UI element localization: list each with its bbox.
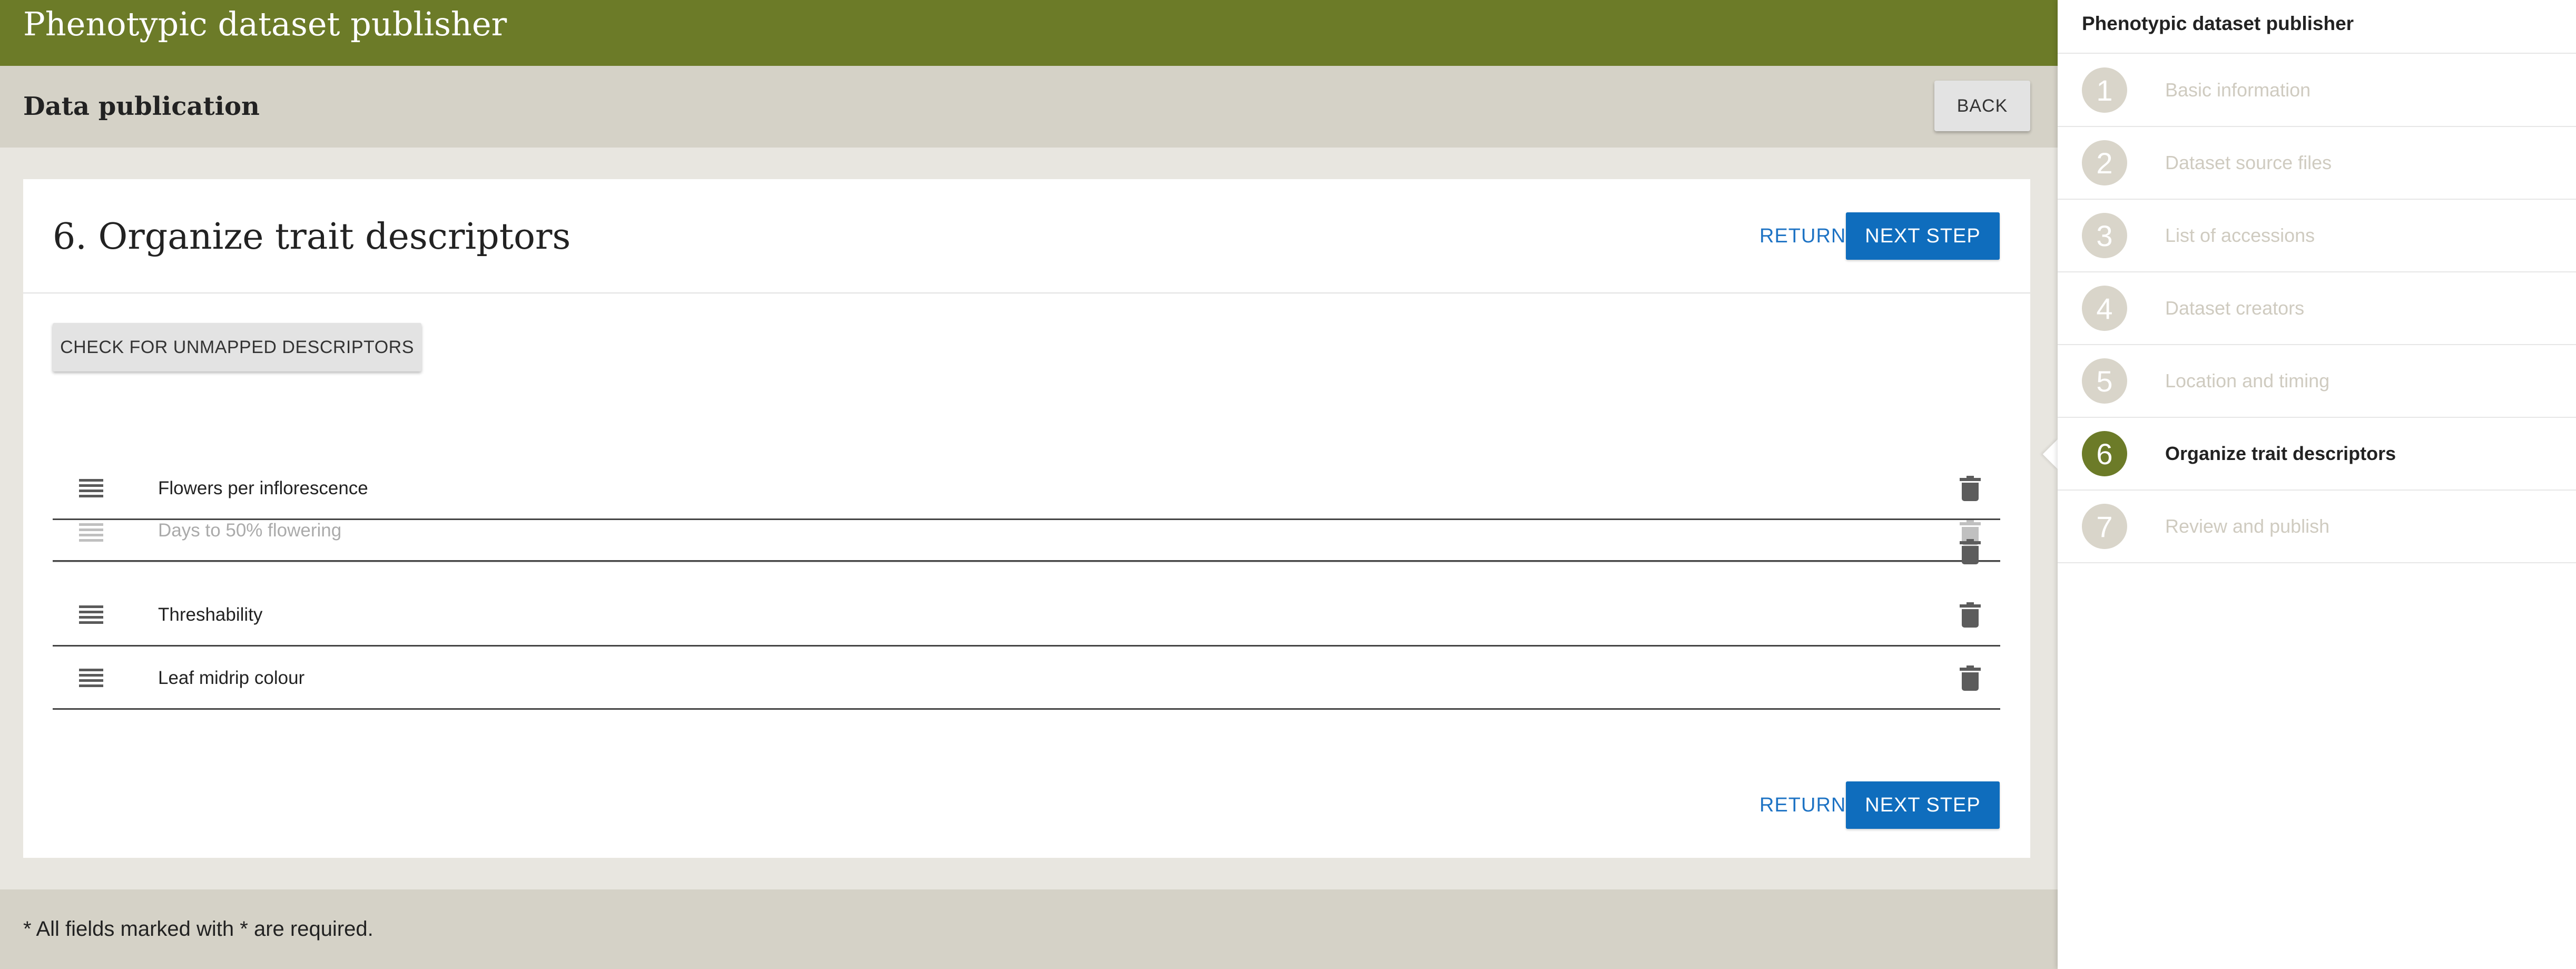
trash-icon[interactable]	[1960, 476, 1981, 501]
drag-handle-icon[interactable]	[79, 523, 103, 542]
step-label: Location and timing	[2165, 370, 2330, 391]
descriptor-label: Days to 50% flowering	[158, 520, 342, 541]
stepper-divider	[2058, 53, 2576, 54]
descriptor-row[interactable]: Threshability	[53, 583, 2000, 647]
step-title: 6. Organize trait descriptors	[53, 216, 571, 258]
main-area: Phenotypic dataset publisher Data public…	[0, 0, 2058, 969]
descriptor-row[interactable]: Leaf midrip colour	[53, 647, 2000, 710]
step-item-location-and-timing[interactable]: 5 Location and timing	[2058, 345, 2576, 417]
page-title: Data publication	[23, 92, 260, 121]
step-item-list-of-accessions[interactable]: 3 List of accessions	[2058, 200, 2576, 271]
drag-handle-icon[interactable]	[79, 605, 103, 624]
descriptor-row-dragging[interactable]: Days to 50% flowering	[53, 520, 2000, 562]
app-title: Phenotypic dataset publisher	[23, 5, 507, 43]
card-divider	[23, 292, 2030, 293]
descriptor-label: Leaf midrip colour	[158, 668, 305, 688]
check-unmapped-button[interactable]: CHECK FOR UNMAPPED DESCRIPTORS	[53, 323, 421, 371]
required-fields-note: * All fields marked with * are required.	[23, 917, 373, 941]
step-item-dataset-source-files[interactable]: 2 Dataset source files	[2058, 127, 2576, 199]
step-label: List of accessions	[2165, 224, 2315, 246]
step-label: Dataset creators	[2165, 297, 2305, 319]
trash-icon[interactable]	[1960, 665, 1981, 691]
step-item-basic-information[interactable]: 1 Basic information	[2058, 54, 2576, 126]
stepper-title: Phenotypic dataset publisher	[2082, 13, 2354, 34]
trash-icon[interactable]	[1960, 602, 1981, 628]
step-item-organize-trait-descriptors[interactable]: 6 Organize trait descriptors	[2058, 418, 2576, 490]
descriptor-label: Flowers per inflorescence	[158, 478, 368, 498]
step-number: 1	[2082, 67, 2127, 113]
step-number: 4	[2082, 286, 2127, 331]
step-label: Dataset source files	[2165, 152, 2332, 173]
app-header: Phenotypic dataset publisher	[0, 0, 2058, 66]
descriptor-label: Threshability	[158, 604, 263, 625]
step-card: 6. Organize trait descriptors RETURN NEX…	[23, 179, 2030, 858]
back-button[interactable]: BACK	[1934, 81, 2030, 131]
trash-icon[interactable]	[1960, 539, 1981, 564]
step-number: 3	[2082, 213, 2127, 258]
descriptor-row[interactable]: Flowers per inflorescence	[53, 457, 2000, 520]
stepper-divider	[2058, 562, 2576, 563]
return-button-top[interactable]: RETURN	[1759, 212, 1846, 260]
step-item-review-and-publish[interactable]: 7 Review and publish	[2058, 491, 2576, 562]
return-button-bottom[interactable]: RETURN	[1759, 781, 1846, 829]
next-step-button-top[interactable]: NEXT STEP	[1846, 212, 2000, 260]
next-step-button-bottom[interactable]: NEXT STEP	[1846, 781, 2000, 829]
stepper-sidebar: Phenotypic dataset publisher 1 Basic inf…	[2058, 0, 2576, 969]
page-subheader: Data publication BACK	[0, 66, 2058, 148]
step-number: 2	[2082, 140, 2127, 185]
step-label: Basic information	[2165, 79, 2311, 101]
step-number: 5	[2082, 358, 2127, 404]
step-number: 6	[2082, 431, 2127, 476]
step-item-dataset-creators[interactable]: 4 Dataset creators	[2058, 272, 2576, 344]
step-label: Organize trait descriptors	[2165, 443, 2396, 464]
drag-handle-icon[interactable]	[79, 669, 103, 688]
drop-placeholder-line	[53, 560, 2000, 562]
drag-handle-icon[interactable]	[79, 479, 103, 498]
page-footer: * All fields marked with * are required.	[0, 889, 2058, 969]
step-label: Review and publish	[2165, 515, 2330, 537]
step-number: 7	[2082, 504, 2127, 549]
